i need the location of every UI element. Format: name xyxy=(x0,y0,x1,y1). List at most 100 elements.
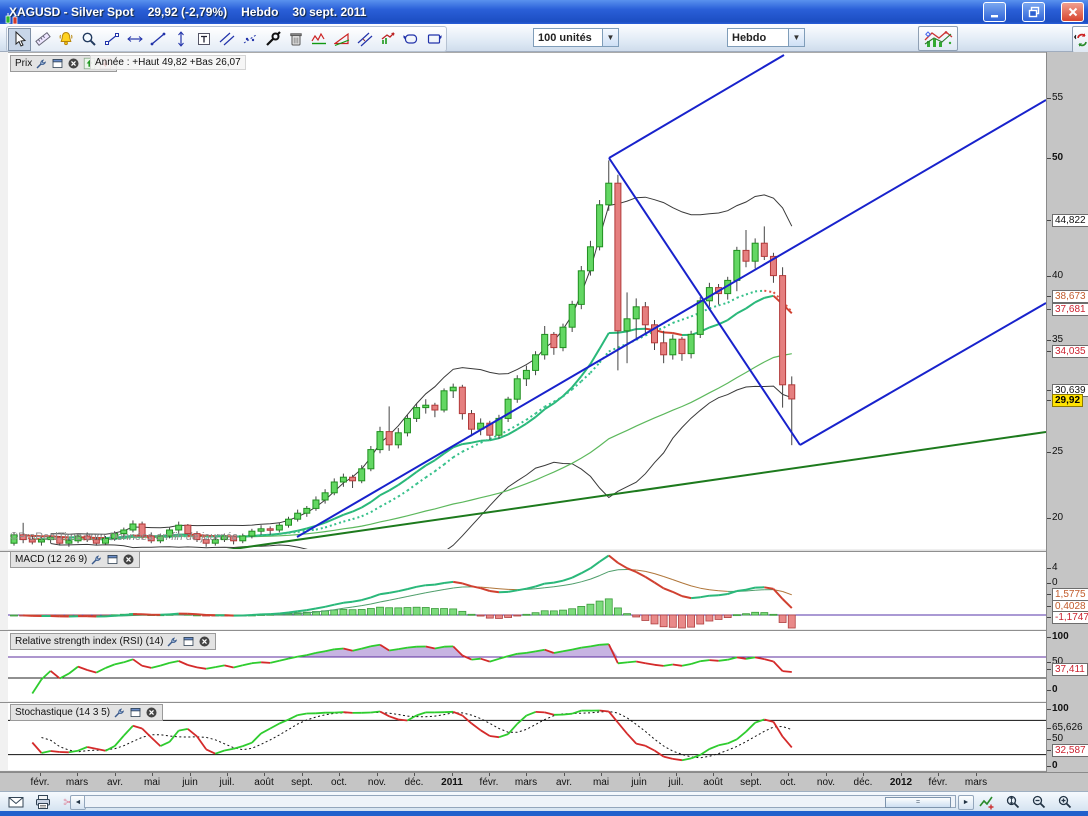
time-tick xyxy=(863,773,864,776)
channel-lower xyxy=(800,303,1046,445)
price-axis-strip: 555044,8224038,67337,6813534,03530,63929… xyxy=(1046,52,1088,772)
close-pane-icon[interactable] xyxy=(122,553,135,566)
macd-chart[interactable] xyxy=(8,552,1046,629)
window-icon[interactable] xyxy=(51,57,64,70)
close-pane-icon[interactable] xyxy=(67,57,80,70)
mail-icon[interactable] xyxy=(7,794,25,810)
rsi-pane-header: Relative strength index (RSI) (14) xyxy=(10,633,216,650)
window-icon[interactable] xyxy=(182,635,195,648)
time-tick xyxy=(938,773,939,776)
segment-tool[interactable] xyxy=(100,28,123,51)
time-label: août xyxy=(254,777,273,788)
axis-tick xyxy=(1047,690,1051,691)
units-dropdown[interactable]: 100 unités ▼ xyxy=(533,28,619,47)
forecast-tool[interactable] xyxy=(376,28,399,51)
time-label: nov. xyxy=(368,777,386,788)
axis-tick xyxy=(1047,390,1051,391)
axis-tick xyxy=(1047,750,1051,751)
scrollbar-thumb[interactable]: = xyxy=(885,797,951,808)
axis-tick xyxy=(1047,518,1051,519)
wrench-icon[interactable] xyxy=(90,553,103,566)
axis-label: 37,411 xyxy=(1052,663,1088,676)
chevron-down-icon[interactable]: ▼ xyxy=(788,29,804,46)
period-dropdown[interactable]: Hebdo ▼ xyxy=(727,28,805,47)
time-label: avr. xyxy=(107,777,123,788)
stoch-chart[interactable] xyxy=(8,703,1046,770)
time-label: juil. xyxy=(668,777,683,788)
close-pane-icon[interactable] xyxy=(145,706,158,719)
zoom-in-icon[interactable] xyxy=(1056,794,1074,810)
time-tick xyxy=(227,773,228,776)
axis-tick xyxy=(1047,158,1051,159)
toolbox-tool[interactable] xyxy=(261,28,284,51)
alarm-tool[interactable] xyxy=(54,28,77,51)
zoom-out-icon[interactable] xyxy=(1030,794,1048,810)
ruler-tool[interactable] xyxy=(31,28,54,51)
close-button[interactable] xyxy=(1061,2,1084,22)
text-tool[interactable] xyxy=(192,28,215,51)
close-pane-icon[interactable] xyxy=(198,635,211,648)
pointer-tool[interactable] xyxy=(8,28,31,51)
trash-tool[interactable] xyxy=(284,28,307,51)
lasso-right-tool[interactable] xyxy=(422,28,445,51)
pattern-zigzag-tool[interactable] xyxy=(307,28,330,51)
wrench-icon[interactable] xyxy=(166,635,179,648)
time-tick xyxy=(713,773,714,776)
window-icon[interactable] xyxy=(106,553,119,566)
time-label: 2011 xyxy=(441,777,463,788)
chart-style-button[interactable] xyxy=(918,26,958,51)
axis-label: 50 xyxy=(1052,152,1063,163)
time-label: oct. xyxy=(331,777,347,788)
axis-label: 32,587 xyxy=(1052,744,1088,757)
axis-label: 65,626 xyxy=(1052,722,1083,733)
print-icon[interactable] xyxy=(34,794,52,810)
drawing-toolbar: 100 unités ▼ Hebdo ▼ xyxy=(0,24,1088,52)
axis-label: 37,681 xyxy=(1052,303,1088,316)
minimize-button[interactable] xyxy=(983,2,1006,22)
axis-tick xyxy=(1047,669,1051,670)
restore-button[interactable] xyxy=(1022,2,1045,22)
horizontal-line-tool[interactable] xyxy=(123,28,146,51)
axis-tick xyxy=(1047,709,1051,710)
time-label: mars xyxy=(66,777,88,788)
magnifier-tool[interactable] xyxy=(77,28,100,51)
vertical-line-tool[interactable] xyxy=(169,28,192,51)
time-label: févr. xyxy=(31,777,50,788)
axis-label: 34,035 xyxy=(1052,345,1088,358)
axis-label: 38,673 xyxy=(1052,290,1088,303)
units-dropdown-value: 100 unités xyxy=(534,32,602,44)
axis-tick xyxy=(1047,98,1051,99)
wrench-icon[interactable] xyxy=(35,57,48,70)
axis-label: 44,822 xyxy=(1052,214,1088,227)
time-label: mars xyxy=(515,777,537,788)
price-year-info: Année : +Haut 49,82 +Bas 26,07 xyxy=(90,55,246,70)
price-pane-title: Prix xyxy=(15,58,32,69)
title-date: 30 sept. 2011 xyxy=(292,5,366,19)
time-scrollbar[interactable]: = xyxy=(84,795,956,808)
time-label: mai xyxy=(144,777,160,788)
axis-label: 100 xyxy=(1052,703,1069,714)
refresh-panel-button[interactable] xyxy=(1072,26,1088,53)
scroll-right-button[interactable]: ► xyxy=(958,795,974,810)
axis-label: 29,92 xyxy=(1052,394,1083,407)
price-chart[interactable] xyxy=(8,52,1046,549)
window-icon[interactable] xyxy=(129,706,142,719)
lasso-left-tool[interactable] xyxy=(399,28,422,51)
axis-tick xyxy=(1047,296,1051,297)
axis-tick xyxy=(1047,351,1051,352)
time-label: déc. xyxy=(405,777,424,788)
time-tick xyxy=(377,773,378,776)
regression-tool[interactable] xyxy=(238,28,261,51)
time-tick xyxy=(40,773,41,776)
zoom-vertical-icon[interactable] xyxy=(1004,794,1022,810)
refresh-icon xyxy=(1074,31,1088,49)
channel-tool[interactable] xyxy=(353,28,376,51)
parallel-lines-tool[interactable] xyxy=(215,28,238,51)
wrench-icon[interactable] xyxy=(113,706,126,719)
axis-label: 0 xyxy=(1052,577,1058,588)
pattern-triangle-tool[interactable] xyxy=(330,28,353,51)
chevron-down-icon[interactable]: ▼ xyxy=(602,29,618,46)
trendline-tool[interactable] xyxy=(146,28,169,51)
time-tick xyxy=(901,773,902,776)
pan-chart-icon[interactable] xyxy=(978,794,996,810)
